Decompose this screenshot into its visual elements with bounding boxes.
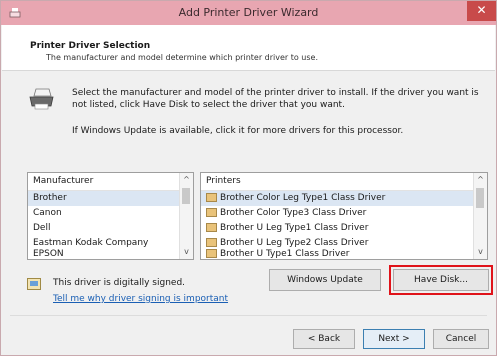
manufacturer-column-header[interactable]: Manufacturer	[28, 173, 193, 191]
printer-label: Brother U Leg Type1 Class Driver	[220, 223, 369, 233]
list-item-manufacturer[interactable]: Canon	[28, 206, 193, 221]
add-printer-driver-wizard-window: Add Printer Driver Wizard ✕ Printer Driv…	[0, 0, 497, 356]
footer-separator	[10, 315, 487, 316]
close-button[interactable]: ✕	[467, 1, 496, 21]
next-button[interactable]: Next >	[363, 329, 425, 349]
list-item-printer[interactable]: Brother Color Type3 Class Driver	[201, 206, 487, 221]
printers-column-header[interactable]: Printers	[201, 173, 487, 191]
driver-icon	[206, 193, 217, 202]
list-item-manufacturer[interactable]: Dell	[28, 221, 193, 236]
windows-update-label: Windows Update	[287, 275, 363, 285]
window-title: Add Printer Driver Wizard	[178, 6, 319, 19]
scroll-thumb[interactable]	[476, 188, 484, 208]
driver-icon	[206, 249, 217, 258]
scroll-up-icon[interactable]: ^	[180, 174, 193, 186]
driver-icon	[206, 238, 217, 247]
manufacturer-list[interactable]: Manufacturer Brother Canon Dell Eastman …	[27, 172, 194, 260]
list-item-printer[interactable]: Brother Color Leg Type1 Class Driver	[201, 191, 487, 206]
cancel-button[interactable]: Cancel	[433, 329, 489, 349]
next-label: Next >	[378, 334, 410, 344]
driver-signing-link[interactable]: Tell me why driver signing is important	[53, 294, 228, 304]
printers-scrollbar[interactable]: ^ v	[473, 173, 487, 259]
back-button[interactable]: < Back	[293, 329, 355, 349]
list-item-printer[interactable]: Brother U Leg Type1 Class Driver	[201, 221, 487, 236]
page-title: Printer Driver Selection	[30, 41, 151, 51]
cancel-label: Cancel	[445, 334, 477, 344]
windows-update-button[interactable]: Windows Update	[269, 269, 381, 291]
scroll-down-icon[interactable]: v	[180, 246, 193, 258]
title-bar[interactable]: Add Printer Driver Wizard ✕	[1, 1, 496, 25]
windows-update-note: If Windows Update is available, click it…	[72, 126, 404, 136]
scroll-thumb[interactable]	[182, 188, 190, 204]
back-label: < Back	[307, 334, 341, 344]
intro-instructions: Select the manufacturer and model of the…	[72, 88, 479, 110]
manufacturer-scrollbar[interactable]: ^ v	[179, 173, 193, 259]
wizard-header: Printer Driver Selection The manufacture…	[2, 25, 495, 71]
printer-label: Brother Color Type3 Class Driver	[220, 208, 367, 218]
printers-list[interactable]: Printers Brother Color Leg Type1 Class D…	[200, 172, 488, 260]
signed-driver-icon	[27, 278, 41, 290]
printer-icon	[29, 88, 54, 110]
page-subtitle: The manufacturer and model determine whi…	[46, 53, 319, 62]
scroll-down-icon[interactable]: v	[474, 246, 487, 258]
printer-label: Brother U Type1 Class Driver	[220, 249, 350, 259]
have-disk-highlight	[389, 265, 493, 295]
printer-label: Brother Color Leg Type1 Class Driver	[220, 193, 386, 203]
list-item-printer[interactable]: Brother U Type1 Class Driver	[201, 247, 487, 259]
list-item-manufacturer[interactable]: Brother	[28, 191, 193, 206]
signing-status: This driver is digitally signed.	[53, 278, 186, 288]
scroll-up-icon[interactable]: ^	[474, 174, 487, 186]
driver-icon	[206, 208, 217, 217]
driver-icon	[206, 223, 217, 232]
